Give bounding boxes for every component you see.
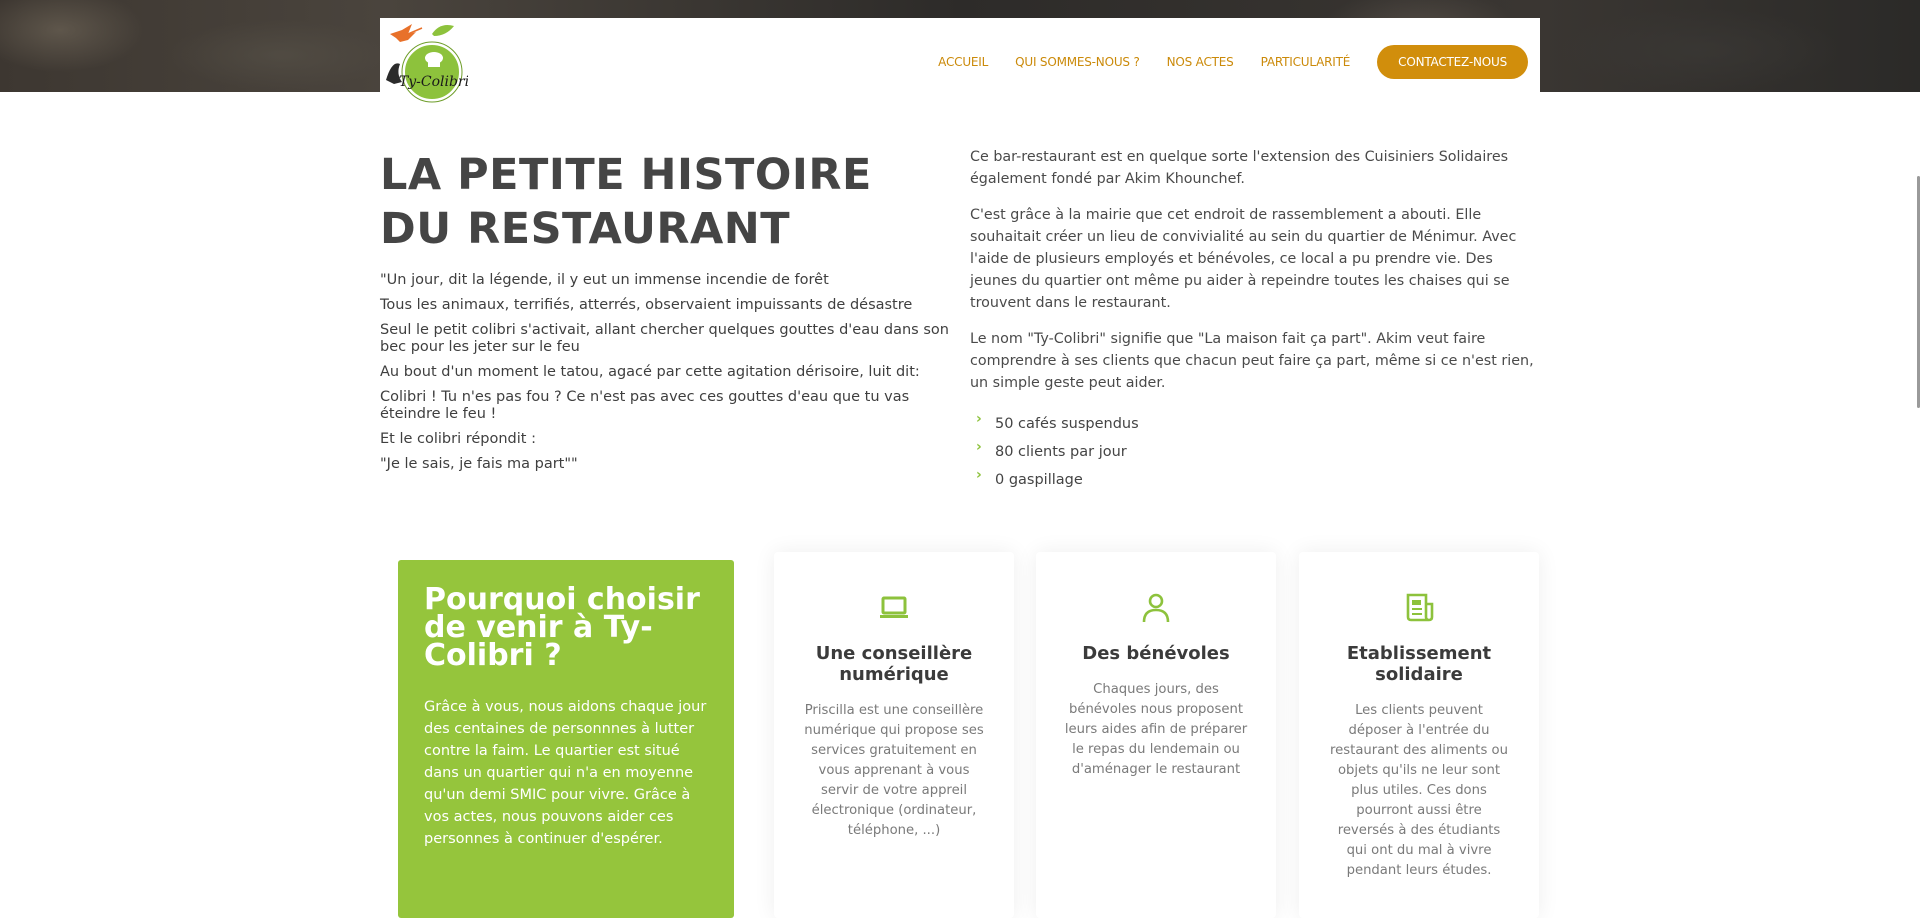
about-paragraph: Le nom "Ty-Colibri" signifie que "La mai…: [970, 331, 1534, 391]
legend-line: Seul le petit colibri s'activait, allant…: [380, 322, 949, 355]
stat-item: › 50 cafés suspendus: [970, 411, 1540, 432]
person-icon: [1139, 590, 1173, 624]
stat-label: 0 gaspillage: [995, 472, 1083, 488]
nav-particularite[interactable]: PARTICULARITÉ: [1261, 55, 1351, 69]
site-logo[interactable]: Ty-Colibri: [382, 20, 469, 104]
card-text: Priscilla est une conseillère numérique …: [804, 703, 984, 838]
why-choose-box: Pourquoi choisir de venir à Ty-Colibri ?…: [398, 560, 734, 918]
stats-list: › 50 cafés suspendus › 80 clients par jo…: [970, 411, 1540, 488]
laptop-icon: [877, 590, 911, 624]
stat-label: 50 cafés suspendus: [995, 416, 1139, 432]
card-title: Etablissement solidaire: [1346, 643, 1492, 685]
about-paragraph: Ce bar-restaurant est en quelque sorte l…: [970, 149, 1509, 187]
navbar: Ty-Colibri ACCUEIL QUI SOMMES-NOUS ? NOS…: [380, 18, 1540, 103]
contact-button[interactable]: CONTACTEZ-NOUS: [1377, 45, 1528, 79]
card-text: Chaques jours, des bénévoles nous propos…: [1064, 682, 1248, 777]
about-paragraph: C'est grâce à la mairie que cet endroit …: [970, 207, 1517, 311]
stat-item: › 80 clients par jour: [970, 439, 1540, 460]
stat-item: › 0 gaspillage: [970, 467, 1540, 488]
feature-card-volunteers: Des bénévoles Chaques jours, des bénévol…: [1036, 552, 1276, 918]
feature-card-digital-advisor: Une conseillère numérique Priscilla est …: [774, 552, 1014, 918]
main-nav: ACCUEIL QUI SOMMES-NOUS ? NOS ACTES PART…: [911, 45, 1528, 79]
story-title: LA PETITE HISTOIRE DU RESTAURANT: [380, 150, 872, 254]
nav-qui-sommes-nous[interactable]: QUI SOMMES-NOUS ?: [1015, 55, 1140, 69]
legend-line: "Je le sais, je fais ma part"": [380, 456, 578, 472]
nav-nos-actes[interactable]: NOS ACTES: [1167, 55, 1234, 69]
nav-accueil[interactable]: ACCUEIL: [938, 55, 988, 69]
card-text: Les clients peuvent déposer à l'entrée d…: [1330, 703, 1508, 878]
card-title: Une conseillère numérique: [815, 643, 973, 685]
why-text: Grâce à vous, nous aidons chaque jour de…: [424, 699, 707, 847]
legend-line: Tous les animaux, terrifiés, atterrés, o…: [380, 297, 913, 313]
card-title: Des bénévoles: [1082, 643, 1230, 664]
legend-line: "Un jour, dit la légende, il y eut un im…: [380, 272, 829, 288]
why-title: Pourquoi choisir de venir à Ty-Colibri ?: [424, 582, 700, 673]
stat-label: 80 clients par jour: [995, 444, 1127, 460]
legend-line: Et le colibri répondit :: [380, 431, 536, 447]
legend-line: Colibri ! Tu n'es pas fou ? Ce n'est pas…: [380, 389, 910, 422]
story-section: LA PETITE HISTOIRE DU RESTAURANT "Un jou…: [380, 148, 950, 481]
newspaper-icon: [1402, 590, 1436, 624]
chevron-right-icon: ›: [976, 439, 982, 455]
about-section: Ce bar-restaurant est en quelque sorte l…: [970, 146, 1540, 500]
legend-line: Au bout d'un moment le tatou, agacé par …: [380, 364, 920, 380]
legend-text: "Un jour, dit la légende, il y eut un im…: [380, 272, 950, 473]
chevron-right-icon: ›: [976, 411, 982, 427]
feature-card-solidarity: Etablissement solidaire Les clients peuv…: [1299, 552, 1539, 918]
logo-text: Ty-Colibri: [399, 74, 468, 90]
chevron-right-icon: ›: [976, 467, 982, 483]
